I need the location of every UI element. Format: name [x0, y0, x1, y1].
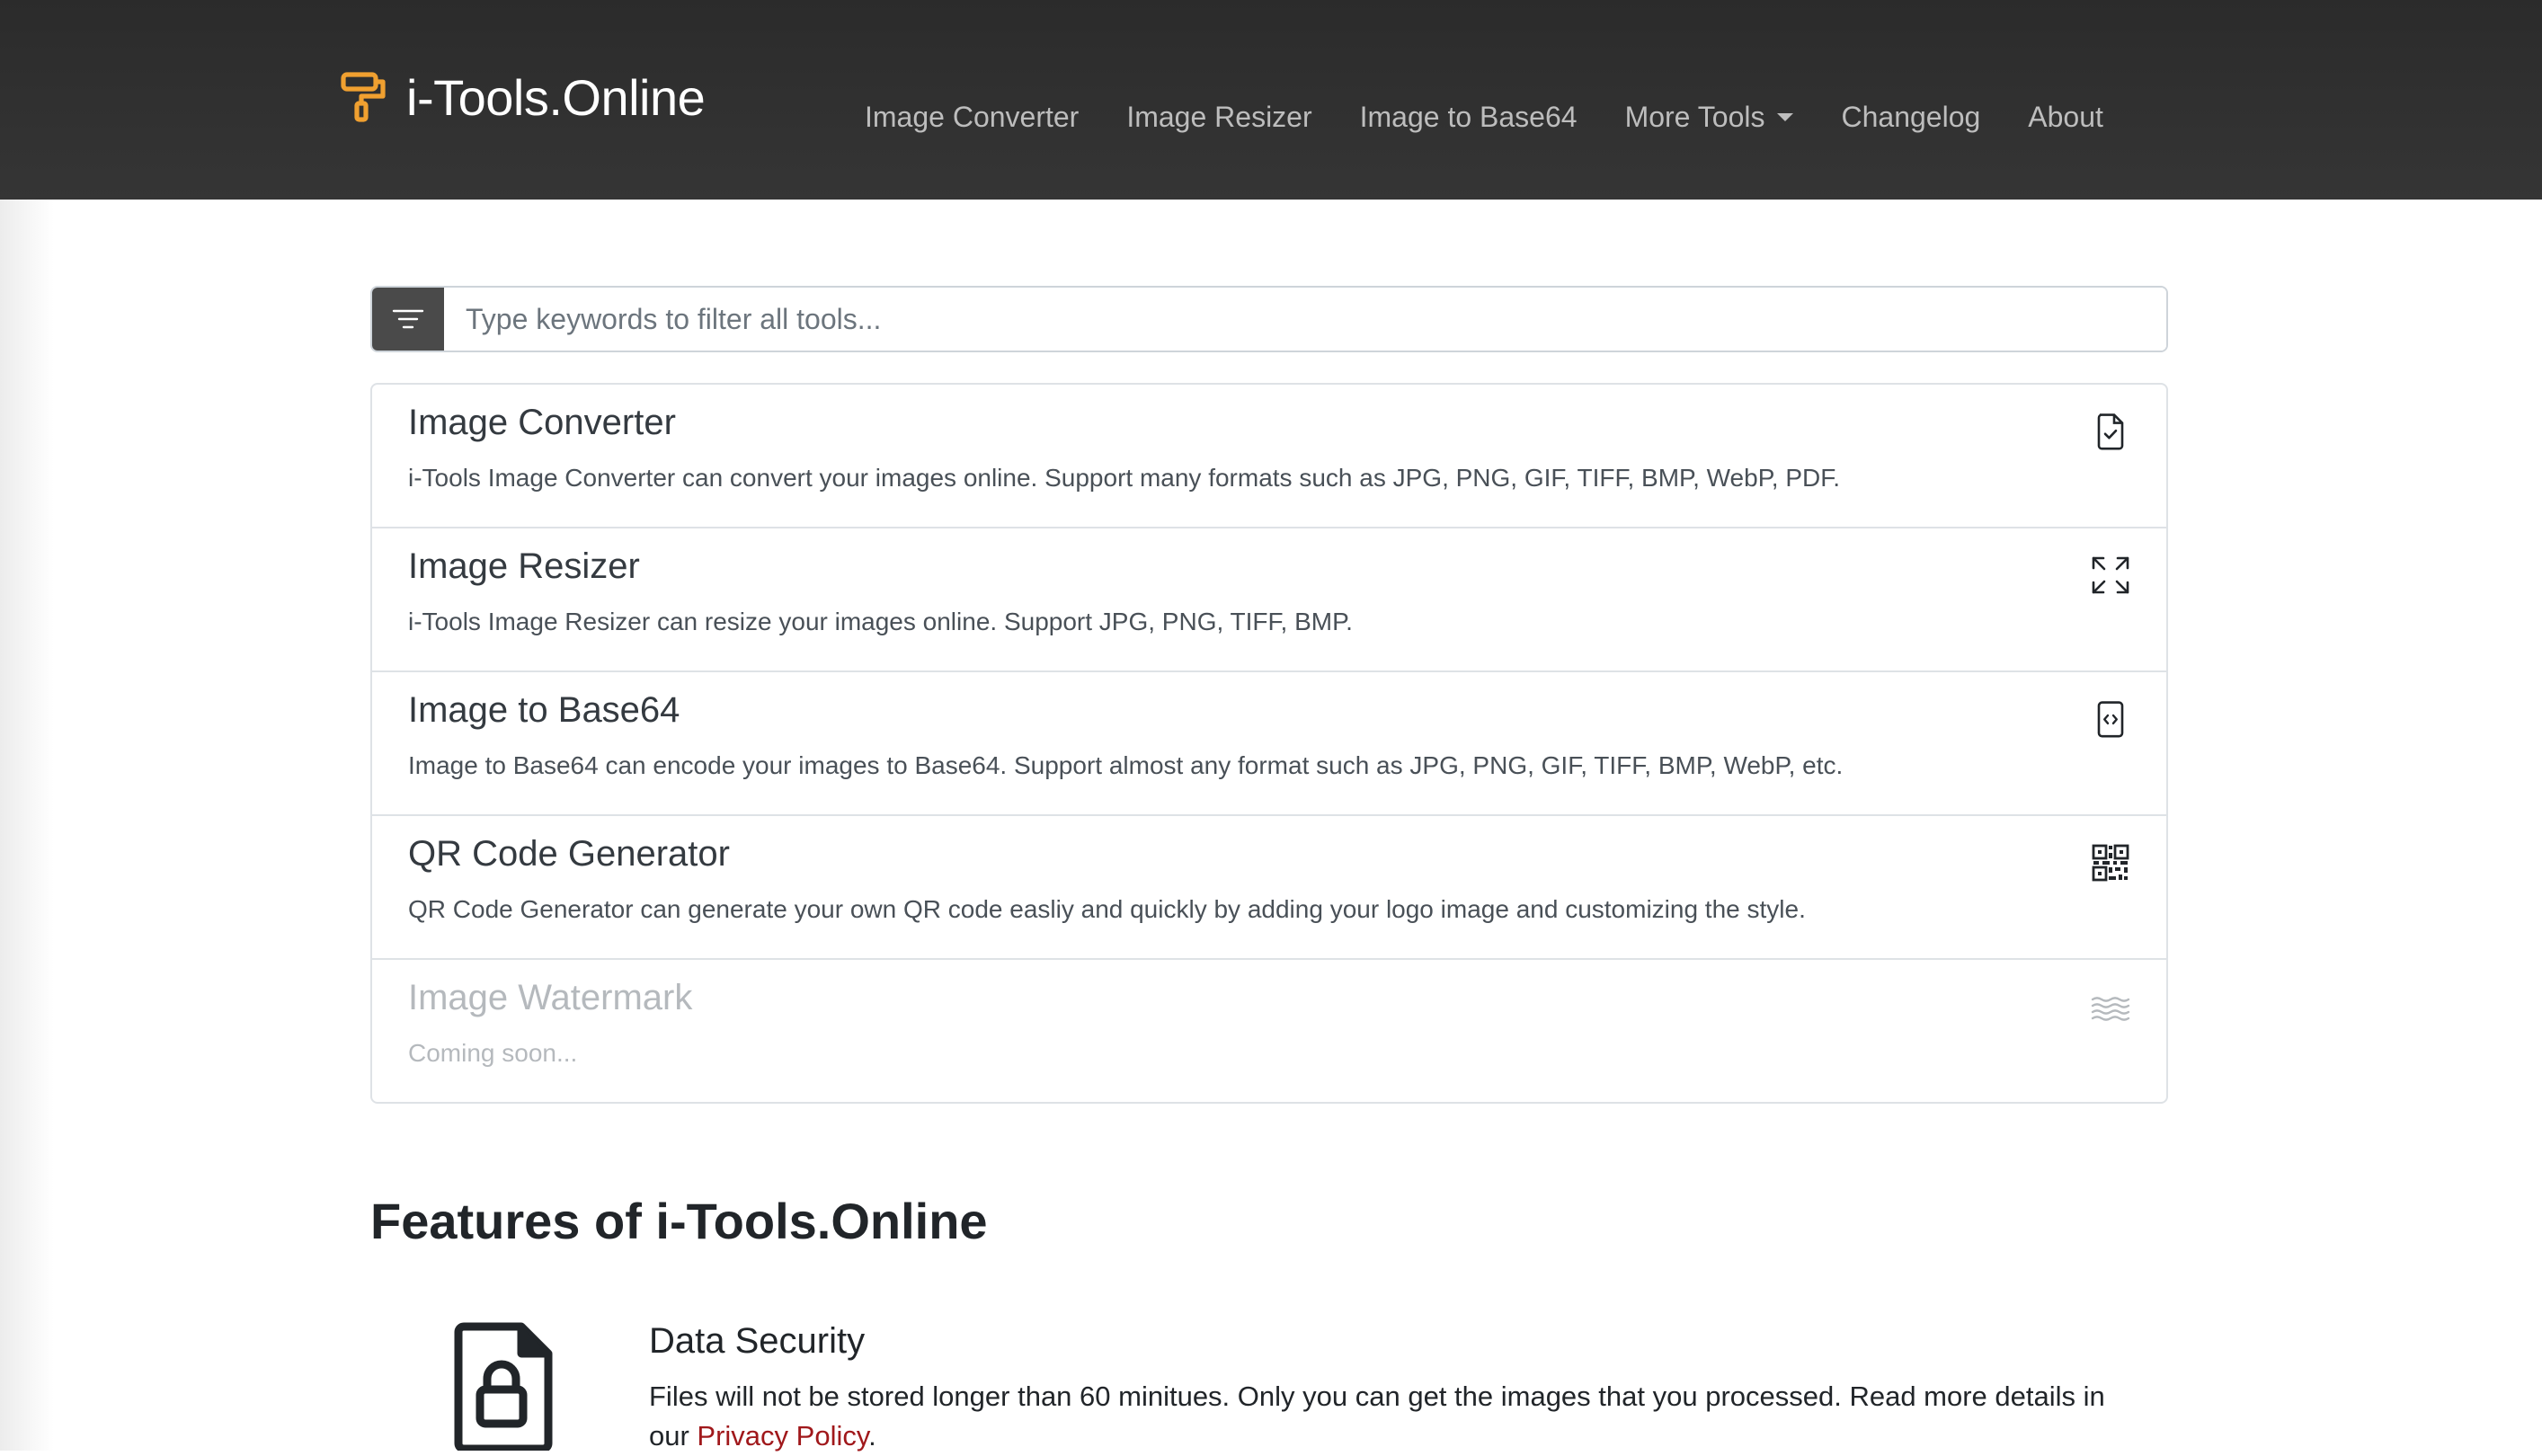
tool-description: i-Tools Image Converter can convert your…: [408, 464, 1841, 492]
tool-title: QR Code Generator: [408, 834, 730, 874]
tool-description: Image to Base64 can encode your images t…: [408, 751, 1844, 779]
tool-description: Coming soon...: [408, 1039, 578, 1067]
privacy-policy-link[interactable]: Privacy Policy: [697, 1420, 868, 1452]
feature-text-end: .: [868, 1420, 876, 1452]
tool-title: Image Converter: [408, 403, 676, 442]
nav-label: Changelog: [1841, 100, 1981, 133]
nav-image-converter[interactable]: Image Converter: [865, 101, 1079, 134]
caret-down-icon: [1777, 112, 1794, 121]
brand-link[interactable]: i-Tools.Online: [340, 68, 706, 126]
nav-label: Image to Base64: [1359, 100, 1578, 133]
tool-item-image-to-base64[interactable]: Image to Base64 Image to Base64 can enco…: [372, 672, 2166, 816]
nav-label: About: [2028, 100, 2103, 133]
water-waves-icon: [2091, 997, 2130, 1021]
arrows-expand-icon: [2092, 556, 2129, 594]
nav-changelog[interactable]: Changelog: [1841, 101, 1980, 134]
file-check-icon: [2097, 413, 2124, 450]
tool-filter-input[interactable]: [444, 288, 2166, 351]
nav-label: More Tools: [1624, 100, 1765, 133]
navbar: i-Tools.Online Image Converter Image Res…: [0, 0, 2542, 200]
file-code-icon: [2097, 701, 2124, 738]
tool-item-qr-code-generator[interactable]: QR Code Generator QR Code Generator can …: [372, 816, 2166, 960]
tool-description: QR Code Generator can generate your own …: [408, 895, 1806, 923]
feature-title: Data Security: [649, 1321, 866, 1361]
page-edge-shade: [0, 200, 54, 1451]
tool-filter-group: [370, 286, 2168, 352]
nav-image-resizer[interactable]: Image Resizer: [1126, 101, 1311, 134]
tool-title: Image to Base64: [408, 690, 680, 730]
nav-about[interactable]: About: [2028, 101, 2103, 134]
file-lock-icon: [454, 1322, 553, 1451]
nav-label: Image Converter: [865, 100, 1080, 133]
tool-title: Image Resizer: [408, 546, 640, 586]
main-nav: Image Converter Image Resizer Image to B…: [865, 95, 2103, 138]
brand-name: i-Tools.Online: [406, 68, 706, 126]
features-heading: Features of i-Tools.Online: [370, 1193, 988, 1249]
tool-item-image-watermark: Image Watermark Coming soon...: [372, 960, 2166, 1102]
tool-title: Image Watermark: [408, 978, 693, 1017]
feature-description: Files will not be stored longer than 60 …: [649, 1377, 2141, 1456]
filter-button[interactable]: [372, 288, 444, 351]
nav-more-tools-dropdown[interactable]: More Tools: [1625, 101, 1794, 134]
tool-description: i-Tools Image Resizer can resize your im…: [408, 608, 1353, 635]
nav-label: Image Resizer: [1126, 100, 1312, 133]
paint-roller-icon: [341, 72, 386, 122]
tool-list: Image Converter i-Tools Image Converter …: [370, 383, 2168, 1104]
nav-image-to-base64[interactable]: Image to Base64: [1360, 101, 1578, 134]
tool-item-image-converter[interactable]: Image Converter i-Tools Image Converter …: [372, 385, 2166, 528]
tool-item-image-resizer[interactable]: Image Resizer i-Tools Image Resizer can …: [372, 528, 2166, 672]
qr-code-icon: [2092, 844, 2129, 882]
filter-lines-icon: [392, 309, 424, 329]
